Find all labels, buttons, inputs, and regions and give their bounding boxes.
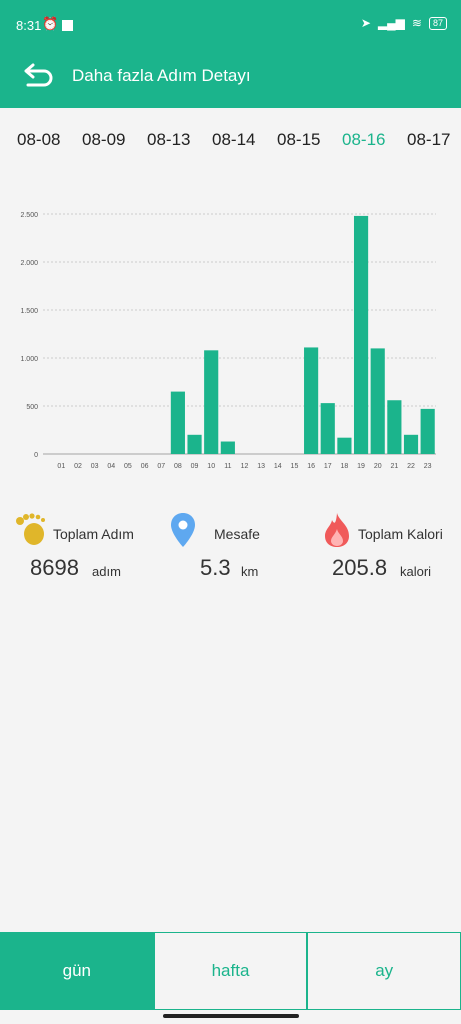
- x-tick-label: 13: [257, 463, 265, 470]
- bar-22: [403, 434, 419, 454]
- x-tick-label: 08: [174, 463, 182, 470]
- tab-day[interactable]: gün: [0, 932, 154, 1010]
- battery-icon: 87: [428, 16, 447, 30]
- bar-09: [187, 434, 202, 454]
- bar-08: [170, 391, 185, 454]
- date-selector: 08-08 08-09 08-13 08-14 08-15 08-16 08-17: [0, 118, 461, 162]
- bar-10: [204, 350, 219, 454]
- app-bar: Daha fazla Adım Detayı: [0, 44, 461, 108]
- notification-icon: [62, 20, 73, 31]
- steps-bar-chart: 0 500 1.000 1.500 2.000 2.500 01 02 03 04 05 06 07 08…: [20, 212, 436, 470]
- x-tick-label: 06: [141, 463, 149, 470]
- flame-icon: [325, 513, 349, 547]
- bar-11: [220, 441, 235, 454]
- x-tick-label: 09: [191, 463, 199, 470]
- x-tick-label: 03: [91, 463, 99, 470]
- date-tab-08-15[interactable]: 08-15: [277, 130, 320, 150]
- y-tick-label: 500: [26, 404, 38, 411]
- date-tab-08-14[interactable]: 08-14: [212, 130, 255, 150]
- steps-value: 8698: [30, 555, 79, 580]
- x-tick-label: 01: [57, 463, 65, 470]
- wifi-icon: ≋: [411, 16, 422, 30]
- y-tick-label: 1.000: [20, 356, 38, 363]
- y-tick-label: 1.500: [20, 308, 38, 315]
- calories-label: Toplam Kalori: [358, 526, 443, 542]
- date-tab-08-09[interactable]: 08-09: [82, 130, 125, 150]
- bar-21: [387, 400, 402, 454]
- y-tick-label: 2.000: [20, 260, 38, 267]
- y-tick-label: 0: [34, 452, 38, 459]
- stats-section: Toplam Adım 8698 adım Mesafe 5.3 km Topl…: [0, 508, 461, 608]
- distance-value: 5.3: [200, 555, 231, 580]
- x-tick-label: 14: [274, 463, 282, 470]
- x-tick-label: 17: [324, 463, 332, 470]
- x-tick-label: 05: [124, 463, 132, 470]
- y-tick-label: 2.500: [20, 212, 38, 219]
- x-tick-label: 04: [107, 463, 115, 470]
- x-tick-label: 18: [341, 463, 349, 470]
- bar-19: [353, 215, 369, 454]
- x-tick-label: 10: [207, 463, 215, 470]
- footprint-icon: [16, 513, 45, 545]
- x-tick-label: 23: [424, 463, 432, 470]
- x-tick-label: 16: [307, 463, 315, 470]
- date-tab-08-08[interactable]: 08-08: [17, 130, 60, 150]
- date-tab-08-16[interactable]: 08-16: [342, 130, 385, 150]
- location-pin-icon: [171, 513, 195, 547]
- period-tabs: gün hafta ay: [0, 932, 461, 1010]
- steps-label: Toplam Adım: [53, 526, 134, 542]
- tab-week[interactable]: hafta: [153, 932, 308, 1010]
- x-tick-label: 12: [241, 463, 249, 470]
- status-bar: 8:31 ⏰ ➤ ▂▄▆ ≋ 87: [0, 0, 461, 44]
- bar-20: [370, 348, 385, 454]
- distance-unit: km: [241, 564, 259, 579]
- bar-23: [420, 408, 435, 454]
- home-indicator[interactable]: [163, 1014, 299, 1018]
- status-time: 8:31: [16, 18, 42, 33]
- steps-unit: adım: [92, 564, 121, 579]
- date-tab-08-17[interactable]: 08-17: [407, 130, 450, 150]
- calories-value: 205.8: [332, 555, 388, 580]
- bar-18: [337, 437, 352, 454]
- x-tick-label: 07: [157, 463, 165, 470]
- x-tick-label: 19: [357, 463, 365, 470]
- x-tick-label: 20: [374, 463, 382, 470]
- location-icon: ➤: [360, 16, 371, 30]
- distance-label: Mesafe: [214, 526, 260, 542]
- signal-icon: ▂▄▆: [377, 16, 405, 30]
- bar-17: [320, 403, 335, 454]
- x-tick-label: 02: [74, 463, 82, 470]
- back-icon[interactable]: [22, 62, 54, 90]
- date-tab-08-13[interactable]: 08-13: [147, 130, 190, 150]
- x-tick-label: 15: [291, 463, 299, 470]
- x-tick-label: 11: [224, 463, 231, 470]
- x-tick-label: 22: [407, 463, 415, 470]
- tab-month[interactable]: ay: [307, 932, 461, 1010]
- page-title: Daha fazla Adım Detayı: [72, 66, 251, 85]
- bar-16: [304, 347, 319, 454]
- alarm-icon: ⏰: [42, 16, 59, 31]
- x-tick-label: 21: [390, 463, 398, 470]
- calories-unit: kalori: [400, 564, 432, 579]
